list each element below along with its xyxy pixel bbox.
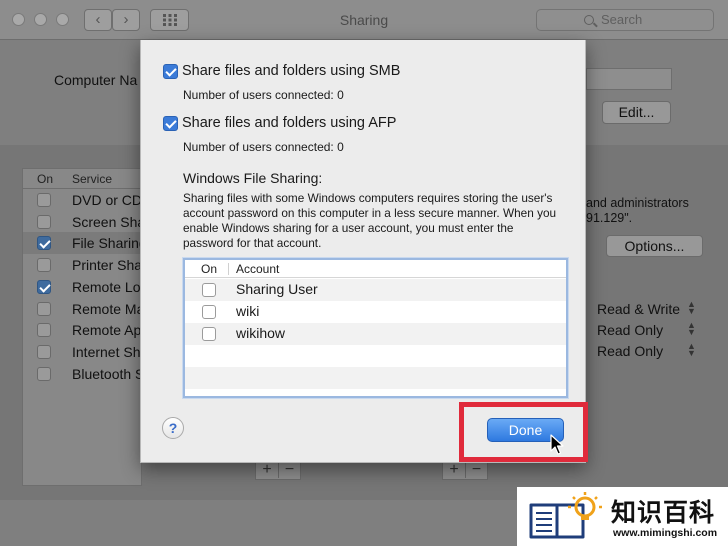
stepper-icon: ▲ ▼ (687, 299, 696, 316)
account-row[interactable]: wikihow (185, 323, 566, 345)
header-service: Service (72, 172, 113, 186)
service-label: Internet Sh (72, 343, 141, 360)
account-name: Sharing User (236, 281, 318, 297)
afp-user-count: Number of users connected: 0 (183, 140, 344, 154)
service-checkbox[interactable] (37, 258, 51, 273)
info-text-line2: 91.129". (586, 211, 633, 225)
search-field[interactable]: Search (536, 9, 714, 31)
smb-label: Share files and folders using SMB (182, 63, 401, 79)
watermark-brand: 知识百科 (611, 498, 716, 527)
computer-name-label: Computer Na (54, 72, 138, 88)
permission-label: Read & Write (597, 301, 680, 317)
afp-label: Share files and folders using AFP (182, 115, 397, 131)
file-sharing-options-sheet: Share files and folders using SMB Number… (140, 40, 586, 463)
service-row[interactable]: Remote Ap (23, 319, 143, 341)
service-row[interactable]: File Sharing (23, 232, 143, 255)
service-row[interactable]: Remote Lo (23, 276, 143, 298)
computer-name-field[interactable] (586, 68, 672, 90)
service-list-header: On Service (23, 169, 141, 189)
service-list[interactable]: On Service DVD or CD Screen Sha File Shari… (22, 168, 143, 486)
header-on: On (37, 172, 54, 186)
service-label: DVD or CD (72, 192, 143, 208)
remove-user-button[interactable]: − (465, 461, 487, 478)
windows-file-sharing-description: Sharing files with some Windows computer… (183, 191, 557, 250)
service-checkbox[interactable] (37, 366, 51, 381)
watermark-url: www.mimingshi.com (613, 527, 718, 539)
help-button[interactable]: ? (162, 417, 184, 439)
account-table[interactable]: On Account Sharing User wiki wikihow (183, 258, 568, 398)
stepper-icon: ▲ ▼ (687, 320, 696, 337)
service-label: Screen Sha (72, 213, 143, 230)
service-row[interactable]: Screen Sha (23, 211, 143, 233)
account-row[interactable]: wiki (185, 301, 566, 323)
smb-checkbox[interactable] (163, 64, 178, 79)
service-row[interactable]: Printer Sha (23, 254, 143, 276)
account-row[interactable]: Sharing User (185, 279, 566, 301)
add-user-button[interactable]: + (443, 461, 465, 478)
empty-row (185, 367, 566, 389)
service-checkbox[interactable] (37, 279, 51, 294)
service-row[interactable]: Internet Sh (23, 341, 143, 363)
account-name: wikihow (236, 325, 286, 341)
service-checkbox[interactable] (37, 301, 51, 316)
account-checkbox[interactable] (202, 305, 216, 319)
stepper-icon: ▲ ▼ (687, 341, 696, 358)
smb-user-count: Number of users connected: 0 (183, 88, 344, 102)
options-button[interactable]: Options... (606, 235, 703, 257)
permission-label: Read Only (597, 343, 664, 359)
service-label: Remote Ma (72, 300, 143, 317)
title-bar: ‹ › Sharing Search (0, 0, 728, 40)
service-row[interactable]: DVD or CD (23, 189, 143, 211)
account-header-on: On (201, 262, 218, 276)
permission-label: Read Only (597, 322, 664, 338)
permission-popup[interactable]: Read & Write ▲ ▼ (597, 300, 696, 318)
service-checkbox[interactable] (37, 214, 51, 229)
service-row[interactable]: Remote Ma (23, 298, 143, 320)
folder-add-remove: + − (255, 460, 301, 480)
mouse-pointer-icon (550, 434, 564, 455)
service-row[interactable]: Bluetooth S (23, 363, 143, 385)
service-label: Bluetooth S (72, 365, 143, 382)
account-table-header: On Account (185, 260, 566, 278)
account-checkbox[interactable] (202, 283, 216, 297)
book-lightbulb-logo (529, 492, 602, 539)
search-placeholder: Search (601, 12, 643, 27)
permission-popup[interactable]: Read Only ▲ ▼ (597, 321, 696, 339)
add-folder-button[interactable]: + (256, 461, 278, 478)
empty-row (185, 345, 566, 367)
search-icon (584, 15, 594, 25)
edit-button[interactable]: Edit... (602, 101, 671, 124)
user-add-remove: + − (442, 460, 488, 480)
service-checkbox[interactable] (37, 344, 51, 359)
service-checkbox[interactable] (37, 323, 51, 338)
service-label: Printer Sha (72, 257, 143, 274)
permission-popup[interactable]: Read Only ▲ ▼ (597, 342, 696, 360)
windows-file-sharing-title: Windows File Sharing: (183, 170, 323, 186)
account-name: wiki (236, 303, 260, 319)
afp-checkbox[interactable] (163, 116, 178, 131)
account-header-account: Account (236, 262, 280, 276)
remove-folder-button[interactable]: − (278, 461, 300, 478)
service-checkbox[interactable] (37, 236, 51, 251)
service-label: File Sharing (72, 235, 143, 252)
service-checkbox[interactable] (37, 193, 51, 207)
account-checkbox[interactable] (202, 327, 216, 341)
watermark: 知识百科 www.mimingshi.com (517, 487, 728, 546)
info-text-line1: and administrators (586, 196, 689, 210)
service-label: Remote Lo (72, 278, 141, 295)
service-label: Remote Ap (72, 322, 142, 339)
